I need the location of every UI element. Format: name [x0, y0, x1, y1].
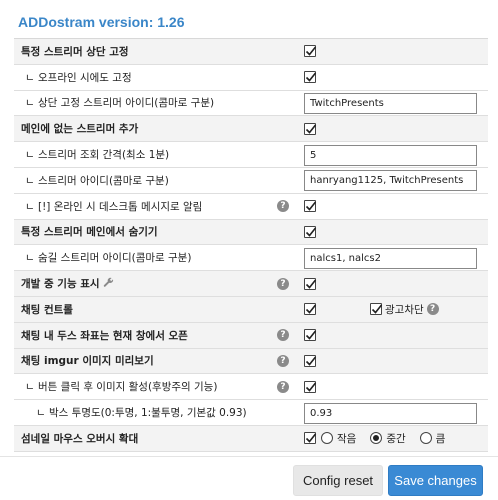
setting-label: 개발 중 기능 표시 — [21, 278, 100, 291]
setting-row-fix-offline: ㄴ 오프라인 시에도 고정 — [14, 65, 488, 91]
streamer-ids-input[interactable]: hanryang1125, TwitchPresents — [304, 170, 477, 192]
dev-features-checkbox[interactable] — [304, 277, 317, 290]
settings-table: 특정 스트리머 상단 고정 ㄴ 오프라인 시에도 고정 ㄴ 상단 고정 스트리머… — [14, 38, 488, 452]
setting-label: ㄴ 버튼 클릭 후 이미지 활성(후방주의 기능) — [25, 381, 218, 394]
zoom-option-large[interactable]: 큼 — [419, 431, 455, 446]
hide-ids-input[interactable]: nalcs1, nalcs2 — [304, 247, 477, 269]
setting-label: 채팅 내 두스 좌표는 현재 창에서 오픈 — [21, 329, 188, 342]
help-icon[interactable]: ? — [277, 380, 289, 393]
setting-label: 채팅 컨트롤 — [21, 303, 73, 316]
check-icon — [305, 46, 317, 57]
adblock-checkbox[interactable] — [370, 303, 383, 316]
setting-row-add-streamer: 메인에 없는 스트리머 추가 — [14, 116, 488, 143]
check-icon — [305, 227, 317, 237]
fix-top-checkbox[interactable] — [304, 45, 317, 58]
setting-label-wrap: 개발 중 기능 표시 — [21, 271, 114, 296]
chat-coords-checkbox[interactable] — [304, 329, 317, 342]
check-icon — [305, 356, 317, 366]
setting-label: ㄴ [!] 온라인 시 데스크톱 메시지로 알림 — [25, 200, 203, 213]
adblock-label: 광고차단 — [385, 303, 424, 316]
setting-row-dev-features: 개발 중 기능 표시 ? — [14, 271, 488, 297]
save-changes-button[interactable]: Save changes — [388, 465, 483, 496]
check-icon — [305, 124, 317, 134]
setting-label: ㄴ 숨길 스트리머 아이디(콤마로 구분) — [25, 252, 192, 265]
setting-label: ㄴ 박스 투명도(0:투명, 1:불투명, 기본값 0.93) — [36, 407, 247, 420]
setting-row-thumb-zoom: 섬네일 마우스 오버시 확대 작음 중간 큼 — [14, 425, 488, 452]
thumb-zoom-checkbox[interactable] — [304, 432, 317, 445]
setting-row-click-activate: ㄴ 버튼 클릭 후 이미지 활성(후방주의 기능) ? — [14, 374, 488, 401]
setting-label: ㄴ 스트리머 아이디(콤마로 구분) — [25, 174, 169, 187]
setting-row-hide-main: 특정 스트리머 메인에서 숨기기 — [14, 219, 488, 246]
radio-label: 큼 — [435, 432, 446, 445]
desktop-alert-checkbox[interactable] — [304, 200, 317, 213]
chat-control-checkbox[interactable] — [304, 303, 317, 316]
check-icon — [305, 72, 317, 82]
setting-label: 특정 스트리머 상단 고정 — [21, 45, 129, 58]
setting-label: ㄴ 스트리머 조회 간격(최소 1분) — [25, 149, 170, 162]
setting-label: 채팅 imgur 이미지 미리보기 — [21, 355, 154, 368]
check-icon — [371, 304, 383, 315]
box-opacity-input[interactable]: 0.93 — [304, 402, 477, 424]
zoom-option-small[interactable]: 작음 — [321, 431, 365, 446]
help-icon[interactable]: ? — [277, 329, 289, 342]
setting-row-desktop-alert: ㄴ [!] 온라인 시 데스크톱 메시지로 알림 ? — [14, 194, 488, 220]
setting-label: 섬네일 마우스 오버시 확대 — [21, 432, 139, 445]
radio-medium[interactable] — [370, 432, 383, 445]
setting-row-fix-top: 특정 스트리머 상단 고정 — [14, 39, 488, 65]
fix-offline-checkbox[interactable] — [304, 71, 317, 84]
radio-label: 중간 — [386, 432, 406, 445]
page-title: ADDostram version: 1.26 — [18, 14, 185, 30]
setting-label: 메인에 없는 스트리머 추가 — [21, 123, 139, 136]
interval-input[interactable]: 5 — [304, 144, 477, 166]
fix-ids-input[interactable]: TwitchPresents — [304, 92, 477, 114]
setting-row-chat-control: 채팅 컨트롤 광고차단 ? — [14, 296, 488, 323]
chat-imgur-checkbox[interactable] — [304, 354, 317, 367]
setting-row-interval: ㄴ 스트리머 조회 간격(최소 1분) 5 — [14, 142, 488, 168]
config-reset-button[interactable]: Config reset — [293, 465, 383, 496]
setting-label: ㄴ 오프라인 시에도 고정 — [25, 71, 132, 84]
help-icon[interactable]: ? — [277, 354, 289, 367]
radio-label: 작음 — [337, 432, 357, 445]
check-icon — [305, 433, 317, 444]
setting-row-chat-imgur: 채팅 imgur 이미지 미리보기 ? — [14, 348, 488, 375]
wrench-icon — [103, 277, 114, 291]
radio-small[interactable] — [321, 432, 333, 445]
setting-label: 특정 스트리머 메인에서 숨기기 — [21, 226, 158, 239]
click-activate-checkbox[interactable] — [304, 380, 317, 393]
add-streamer-checkbox[interactable] — [304, 122, 317, 135]
setting-label: ㄴ 상단 고정 스트리머 아이디(콤마로 구분) — [25, 97, 215, 110]
setting-row-hide-ids: ㄴ 숨길 스트리머 아이디(콤마로 구분) nalcs1, nalcs2 — [14, 245, 488, 272]
radio-large[interactable] — [419, 432, 432, 445]
check-icon — [305, 201, 317, 211]
help-icon[interactable]: ? — [277, 200, 289, 213]
help-icon[interactable]: ? — [277, 277, 289, 290]
check-icon — [305, 304, 317, 315]
check-icon — [305, 279, 317, 289]
setting-row-fix-ids: ㄴ 상단 고정 스트리머 아이디(콤마로 구분) TwitchPresents — [14, 91, 488, 117]
check-icon — [305, 330, 317, 340]
setting-row-box-opacity: ㄴ 박스 투명도(0:투명, 1:불투명, 기본값 0.93) 0.93 — [14, 400, 488, 426]
hide-main-checkbox[interactable] — [304, 225, 317, 238]
help-icon[interactable]: ? — [426, 303, 439, 316]
adblock-option: 광고차단 ? — [370, 297, 439, 322]
zoom-size-options: 작음 중간 큼 — [304, 426, 454, 451]
footer: Config reset Save changes — [0, 456, 498, 500]
setting-row-chat-coords: 채팅 내 두스 좌표는 현재 창에서 오픈 ? — [14, 322, 488, 349]
setting-row-streamer-ids: ㄴ 스트리머 아이디(콤마로 구분) hanryang1125, TwitchP… — [14, 168, 488, 194]
check-icon — [305, 382, 317, 392]
zoom-option-medium[interactable]: 중간 — [370, 431, 414, 446]
